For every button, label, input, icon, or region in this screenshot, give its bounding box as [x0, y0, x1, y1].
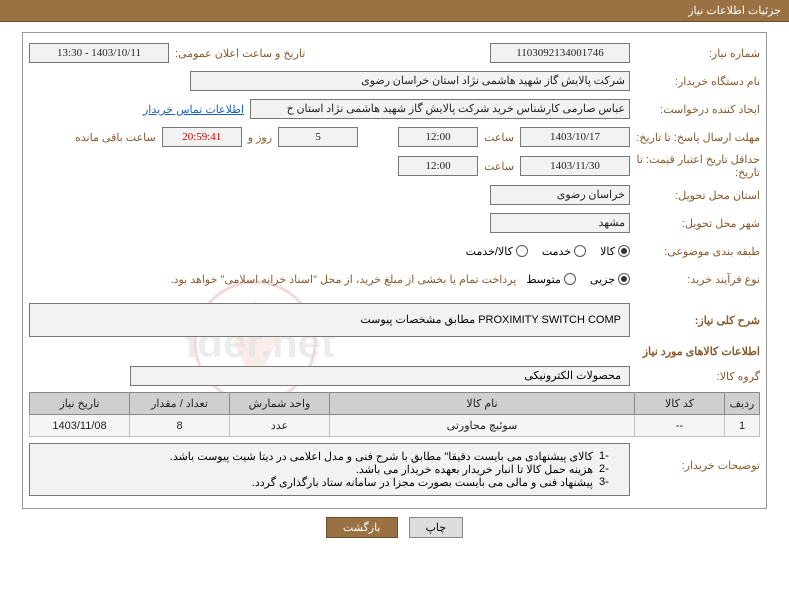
- note-num-3: -3: [593, 476, 621, 489]
- city-label: شهر محل تحویل:: [630, 217, 760, 230]
- summary-text: PROXIMITY SWITCH COMP مطابق مشخصات پیوست: [29, 303, 630, 337]
- announce-date: 1403/10/11 - 13:30: [29, 43, 169, 63]
- radio-both-label: کالا/خدمت: [466, 245, 513, 258]
- process-note: پرداخت تمام یا بخشی از مبلغ خرید، از محل…: [171, 273, 527, 286]
- th-name: نام کالا: [330, 393, 635, 415]
- th-row: ردیف: [725, 393, 760, 415]
- radio-partial[interactable]: [618, 273, 630, 285]
- category-label: طبقه بندی موضوعی:: [630, 245, 760, 258]
- note-line-1: کالای پیشنهادی می بایست دقیقا" مطابق با …: [170, 450, 593, 463]
- radio-goods[interactable]: [618, 245, 630, 257]
- note-line-2: هزینه حمل کالا تا انبار خریدار بعهده خری…: [356, 463, 593, 476]
- group-value: محصولات الکترونیکی: [130, 366, 630, 386]
- time-remaining: 20:59:41: [162, 127, 242, 147]
- radio-service[interactable]: [574, 245, 586, 257]
- cell-unit: عدد: [230, 415, 330, 437]
- requester-label: ایجاد کننده درخواست:: [630, 103, 760, 116]
- table-row: 1 -- سوئیچ مجاورتی عدد 8 1403/11/08: [30, 415, 760, 437]
- deadline-date: 1403/10/17: [520, 127, 630, 147]
- requester-name: عباس صارمی کارشناس خرید شرکت پالایش گاز …: [250, 99, 630, 119]
- th-date: تاریخ نیاز: [30, 393, 130, 415]
- th-unit: واحد شمارش: [230, 393, 330, 415]
- radio-service-label: خدمت: [542, 245, 571, 258]
- notes-box: -1کالای پیشنهادی می بایست دقیقا" مطابق ب…: [29, 443, 630, 496]
- cell-date: 1403/11/08: [30, 415, 130, 437]
- process-label: نوع فرآیند خرید:: [630, 273, 760, 286]
- cell-qty: 8: [130, 415, 230, 437]
- print-button[interactable]: چاپ: [409, 517, 464, 538]
- radio-both[interactable]: [516, 245, 528, 257]
- note-line-3: پیشنهاد فنی و مالی می بایست بصورت مجزا د…: [252, 476, 593, 489]
- button-bar: چاپ بازگشت: [22, 517, 767, 538]
- need-number: 1103092134001746: [490, 43, 630, 63]
- time-label-1: ساعت: [478, 131, 520, 144]
- city: مشهد: [490, 213, 630, 233]
- time-label-2: ساعت: [478, 160, 520, 173]
- remain-label: ساعت باقی مانده: [69, 131, 162, 144]
- deadline-time: 12:00: [398, 127, 478, 147]
- days-label: روز و: [242, 131, 278, 144]
- buyer-contact-link[interactable]: اطلاعات تماس خریدار: [143, 103, 250, 116]
- deadline-label: مهلت ارسال پاسخ: تا تاریخ:: [630, 131, 760, 144]
- cell-row: 1: [725, 415, 760, 437]
- announce-label: تاریخ و ساعت اعلان عمومی:: [169, 47, 311, 60]
- validity-date: 1403/11/30: [520, 156, 630, 176]
- process-radio-group: جزیی متوسط: [526, 273, 630, 286]
- buyer-name: شرکت پالایش گاز شهید هاشمی نژاد استان خر…: [190, 71, 630, 91]
- radio-medium[interactable]: [564, 273, 576, 285]
- validity-label: حداقل تاریخ اعتبار قیمت: تا تاریخ:: [630, 153, 760, 179]
- category-radio-group: کالا خدمت کالا/خدمت: [466, 245, 630, 258]
- th-code: کد کالا: [635, 393, 725, 415]
- page-title: جزئیات اطلاعات نیاز: [688, 5, 781, 17]
- page-header: جزئیات اطلاعات نیاز: [0, 0, 789, 22]
- radio-partial-label: جزیی: [590, 273, 615, 286]
- items-table: ردیف کد کالا نام کالا واحد شمارش تعداد /…: [29, 392, 760, 437]
- need-number-label: شماره نیاز:: [630, 47, 760, 60]
- summary-label: شرح کلی نیاز:: [630, 314, 760, 327]
- back-button[interactable]: بازگشت: [326, 517, 398, 538]
- province: خراسان رضوی: [490, 185, 630, 205]
- cell-name: سوئیچ مجاورتی: [330, 415, 635, 437]
- radio-goods-label: کالا: [600, 245, 615, 258]
- notes-label: توضیحات خریدار:: [630, 443, 760, 472]
- radio-medium-label: متوسط: [526, 273, 561, 286]
- days-remaining: 5: [278, 127, 358, 147]
- validity-time: 12:00: [398, 156, 478, 176]
- buyer-label: نام دستگاه خریدار:: [630, 75, 760, 88]
- note-num-2: -2: [593, 463, 621, 476]
- th-qty: تعداد / مقدار: [130, 393, 230, 415]
- cell-code: --: [635, 415, 725, 437]
- province-label: استان محل تحویل:: [630, 189, 760, 202]
- group-label: گروه کالا:: [630, 370, 760, 383]
- main-fieldset: شماره نیاز: 1103092134001746 تاریخ و ساع…: [22, 32, 767, 509]
- items-section-title: اطلاعات کالاهای مورد نیاز: [29, 345, 760, 358]
- note-num-1: -1: [593, 450, 621, 463]
